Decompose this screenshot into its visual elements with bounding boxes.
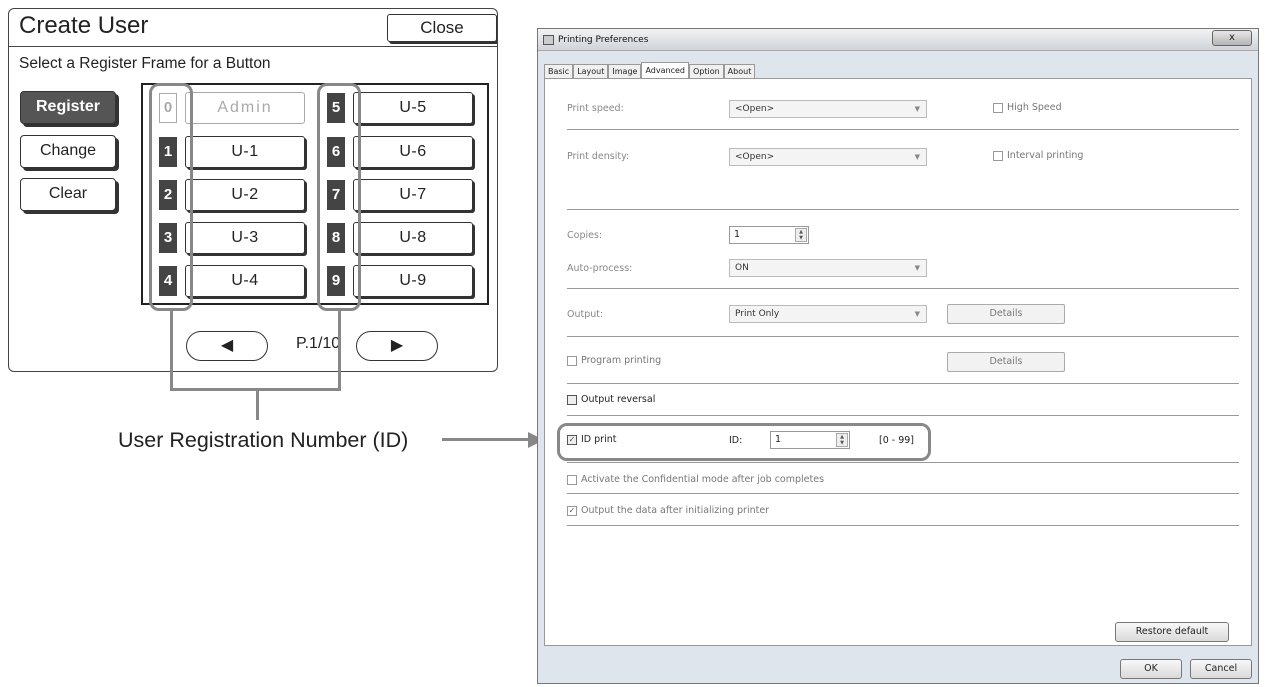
change-button[interactable]: Change bbox=[20, 135, 116, 168]
page-indicator: P.1/10 bbox=[296, 335, 341, 352]
copies-label: Copies: bbox=[567, 230, 603, 241]
register-frame-button[interactable]: U-2 bbox=[185, 179, 305, 211]
program-printing-checkbox[interactable]: Program printing bbox=[567, 355, 661, 366]
confidential-mode-checkbox[interactable]: Activate the Confidential mode after job… bbox=[567, 474, 824, 485]
print-speed-value: <Open> bbox=[735, 104, 775, 114]
divider bbox=[567, 493, 1239, 494]
id-column-highlight-left bbox=[149, 83, 193, 311]
output-details-button[interactable]: Details bbox=[947, 304, 1065, 324]
interval-printing-label: Interval printing bbox=[1007, 150, 1084, 161]
connector-line bbox=[170, 311, 173, 391]
divider bbox=[567, 415, 1239, 416]
ok-button[interactable]: OK bbox=[1120, 659, 1182, 679]
output-value: Print Only bbox=[735, 309, 780, 319]
output-label: Output: bbox=[567, 309, 604, 320]
program-details-button[interactable]: Details bbox=[947, 352, 1065, 372]
spinner-arrows-icon[interactable]: ▲ ▼ bbox=[795, 228, 807, 242]
checkbox-box: ✓ bbox=[567, 505, 577, 516]
restore-default-button[interactable]: Restore default bbox=[1115, 622, 1229, 642]
tab-image[interactable]: Image bbox=[608, 64, 642, 79]
checkbox-box bbox=[567, 394, 577, 405]
divider bbox=[567, 462, 1239, 463]
output-select[interactable]: Print Only ▼ bbox=[729, 305, 927, 323]
chevron-down-icon: ▼ bbox=[914, 264, 920, 272]
printing-preferences-dialog: Printing Preferences x Basic Layout Imag… bbox=[537, 28, 1259, 684]
tab-advanced[interactable]: Advanced bbox=[641, 62, 689, 79]
chevron-down-icon: ▼ bbox=[914, 105, 920, 113]
tab-basic[interactable]: Basic bbox=[544, 64, 574, 79]
checkbox-box bbox=[993, 150, 1003, 161]
register-frame-button[interactable]: U-8 bbox=[353, 222, 473, 254]
left-arrow-icon: ◀ bbox=[220, 337, 234, 354]
close-button[interactable]: Close bbox=[387, 14, 497, 42]
auto-process-select[interactable]: ON ▼ bbox=[729, 259, 927, 277]
confidential-mode-label: Activate the Confidential mode after job… bbox=[581, 474, 825, 485]
printer-icon bbox=[543, 35, 554, 45]
tab-layout[interactable]: Layout bbox=[573, 64, 609, 79]
tab-option[interactable]: Option bbox=[688, 64, 724, 79]
print-density-select[interactable]: <Open> ▼ bbox=[729, 148, 927, 166]
callout-caption: User Registration Number (ID) bbox=[118, 428, 409, 452]
connector-line bbox=[256, 388, 259, 420]
register-frame-button[interactable]: U-4 bbox=[185, 265, 305, 297]
divider bbox=[567, 288, 1239, 289]
panel-title-bar: Create User Close bbox=[9, 9, 497, 47]
high-speed-checkbox[interactable]: High Speed bbox=[993, 102, 1062, 113]
tab-bar: Basic Layout Image Advanced Option About bbox=[544, 62, 756, 79]
dialog-title-bar: Printing Preferences x bbox=[538, 29, 1258, 51]
high-speed-label: High Speed bbox=[1007, 102, 1062, 113]
divider bbox=[567, 129, 1239, 130]
register-frame-button[interactable]: Admin bbox=[185, 92, 305, 124]
connector-line bbox=[338, 311, 341, 391]
register-button[interactable]: Register bbox=[20, 91, 116, 124]
checkbox-box bbox=[567, 355, 577, 366]
register-frame-button[interactable]: U-6 bbox=[353, 136, 473, 168]
print-density-value: <Open> bbox=[735, 152, 775, 162]
print-speed-label: Print speed: bbox=[567, 103, 624, 114]
create-user-panel: Create User Close Select a Register Fram… bbox=[8, 8, 498, 372]
panel-title: Create User bbox=[19, 12, 149, 39]
checkbox-box bbox=[567, 474, 577, 485]
print-density-label: Print density: bbox=[567, 151, 630, 162]
auto-process-value: ON bbox=[735, 263, 749, 273]
copies-spinner[interactable]: 1 ▲ ▼ bbox=[729, 226, 809, 244]
clear-button[interactable]: Clear bbox=[20, 178, 116, 211]
copies-value: 1 bbox=[734, 229, 741, 240]
auto-process-label: Auto-process: bbox=[567, 263, 633, 274]
output-reversal-checkbox[interactable]: Output reversal bbox=[567, 394, 655, 405]
tab-about[interactable]: About bbox=[723, 64, 756, 79]
register-frame-button[interactable]: U-5 bbox=[353, 92, 473, 124]
output-reversal-label: Output reversal bbox=[581, 394, 656, 405]
callout-arrow-line bbox=[442, 438, 530, 441]
cancel-button[interactable]: Cancel bbox=[1190, 659, 1252, 679]
output-after-init-label: Output the data after initializing print… bbox=[581, 505, 770, 516]
register-frame-button[interactable]: U-7 bbox=[353, 179, 473, 211]
output-after-init-checkbox[interactable]: ✓ Output the data after initializing pri… bbox=[567, 505, 769, 516]
divider bbox=[567, 209, 1239, 210]
chevron-down-icon: ▼ bbox=[914, 310, 920, 318]
program-printing-label: Program printing bbox=[581, 355, 662, 366]
interval-printing-checkbox[interactable]: Interval printing bbox=[993, 150, 1083, 161]
id-column-highlight-right bbox=[317, 83, 361, 311]
dialog-close-button[interactable]: x bbox=[1212, 30, 1252, 46]
next-page-button[interactable]: ▶ bbox=[356, 331, 438, 361]
divider bbox=[567, 383, 1239, 384]
print-speed-select[interactable]: <Open> ▼ bbox=[729, 100, 927, 118]
divider bbox=[567, 525, 1239, 526]
right-arrow-icon: ▶ bbox=[390, 337, 404, 354]
register-frame-button[interactable]: U-3 bbox=[185, 222, 305, 254]
register-frame-button[interactable]: U-9 bbox=[353, 265, 473, 297]
divider bbox=[567, 336, 1239, 337]
prev-page-button[interactable]: ◀ bbox=[186, 331, 268, 361]
chevron-down-icon: ▼ bbox=[914, 153, 920, 161]
checkbox-box bbox=[993, 102, 1003, 113]
dialog-title: Printing Preferences bbox=[558, 35, 649, 45]
panel-subtitle: Select a Register Frame for a Button bbox=[19, 55, 271, 72]
advanced-tab-panel: Print speed: <Open> ▼ High Speed Print d… bbox=[544, 78, 1252, 646]
register-frame-button[interactable]: U-1 bbox=[185, 136, 305, 168]
id-print-highlight bbox=[557, 423, 931, 461]
